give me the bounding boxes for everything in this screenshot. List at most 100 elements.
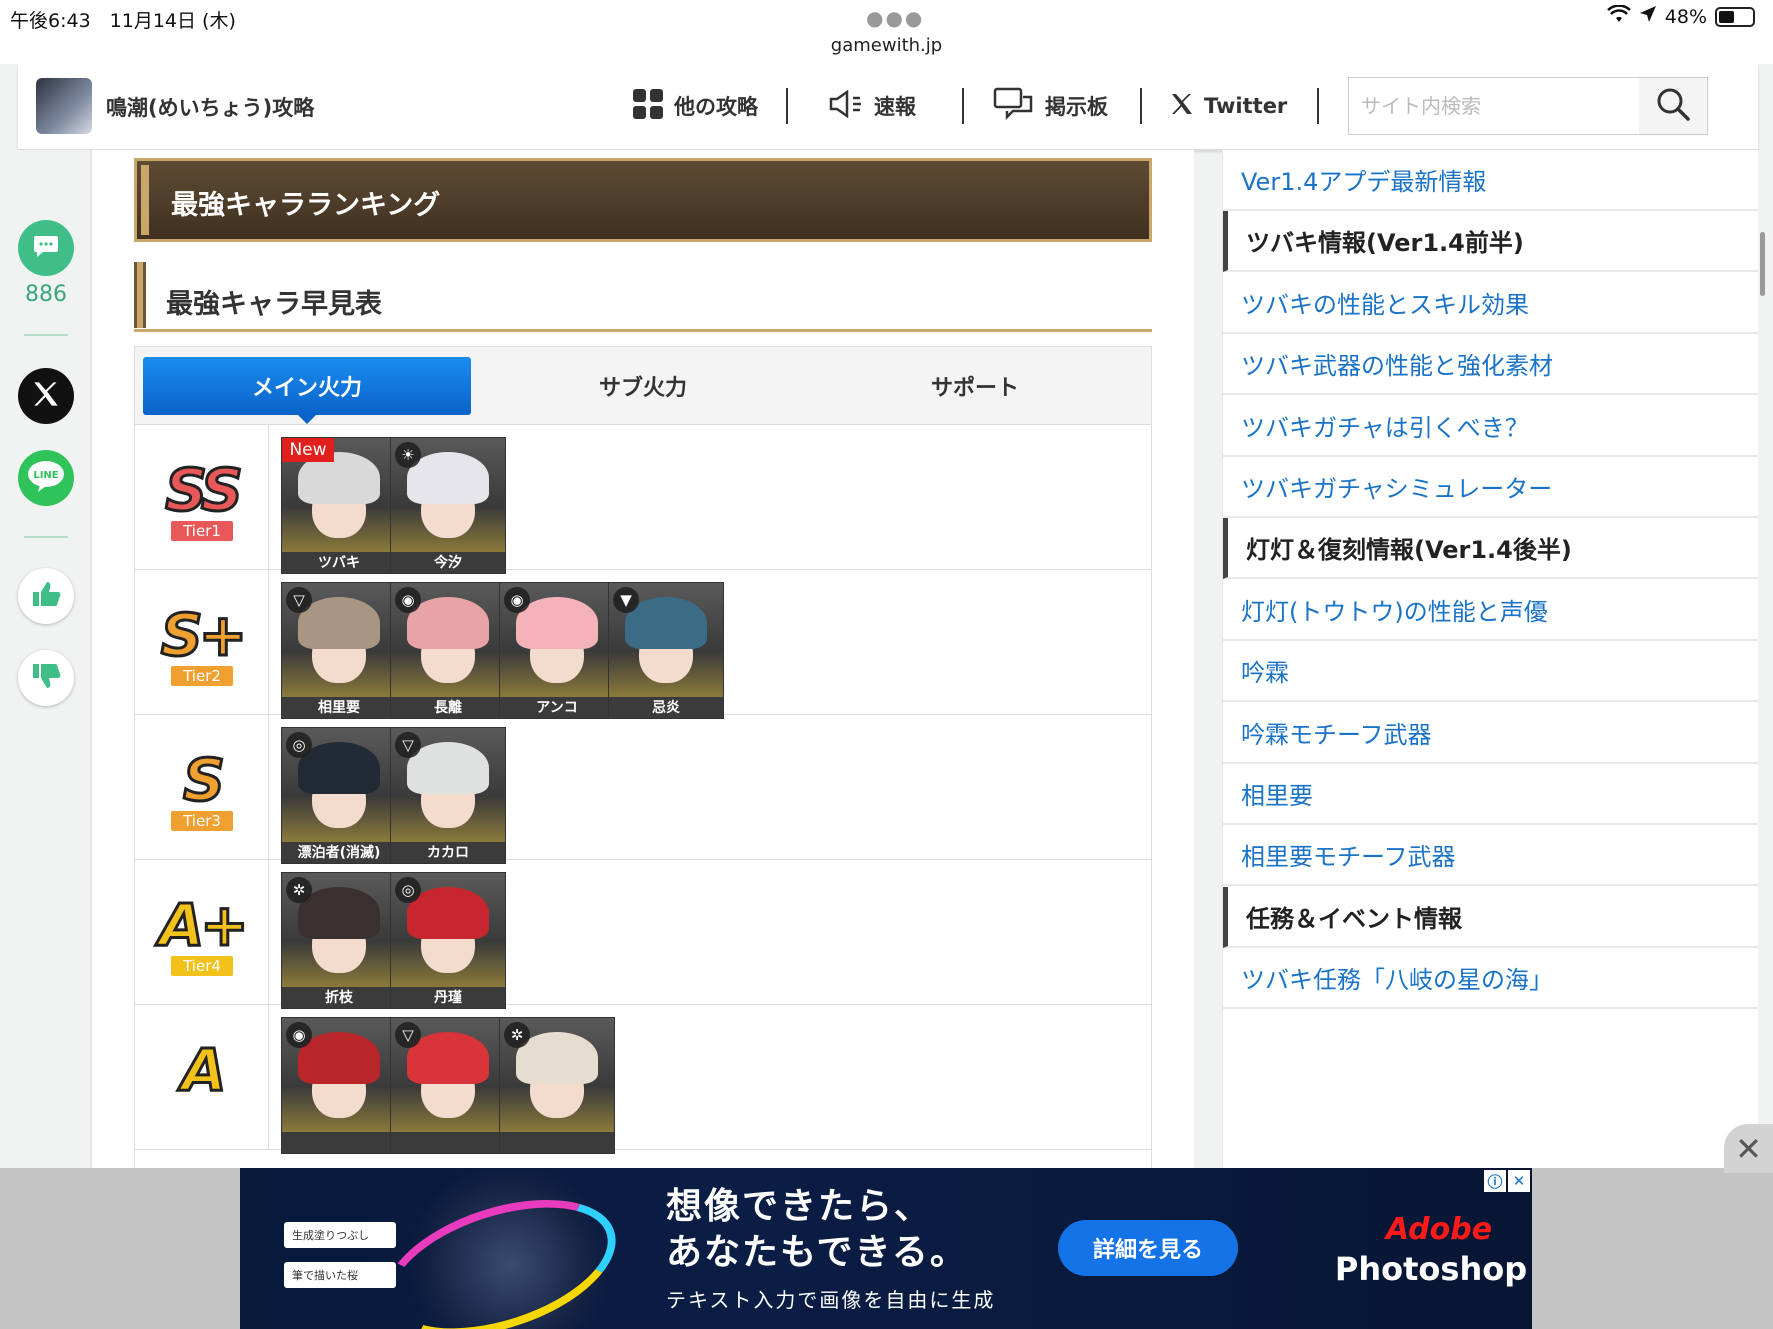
ad-brand-logo: Adobe	[1385, 1212, 1493, 1247]
sidebar-category[interactable]: ツバキ情報(Ver1.4前半)	[1223, 211, 1758, 272]
sidebar-link[interactable]: 相里要モチーフ武器	[1223, 825, 1758, 886]
character-card[interactable]: ◉	[281, 1017, 397, 1154]
element-icon: ✲	[286, 877, 312, 903]
sidebar-category[interactable]: 灯灯＆復刻情報(Ver1.4後半)	[1223, 518, 1758, 579]
character-card[interactable]: ◎ 丹瑾	[390, 872, 506, 1009]
sidebar-link[interactable]: Ver1.4アプデ最新情報	[1223, 150, 1758, 211]
nav-board[interactable]: 掲示板	[993, 87, 1108, 126]
tab-sub-dps[interactable]: サブ火力	[479, 357, 807, 415]
character-card[interactable]: ✲ 折枝	[281, 872, 397, 1009]
nav-divider	[1317, 88, 1319, 124]
tier-badge: Tier1	[171, 521, 233, 541]
section-heading: 最強キャラ早見表	[134, 262, 1152, 332]
sidebar-link[interactable]: ツバキガチャシミュレーター	[1223, 457, 1758, 518]
element-icon: ◉	[504, 587, 530, 613]
ad-headline-line: 想像できたら、	[666, 1186, 933, 1227]
megaphone-icon	[828, 89, 864, 123]
more-dots-icon[interactable]: ●●●	[866, 6, 924, 30]
ad-close-icon[interactable]: ✕	[1508, 1170, 1530, 1192]
sidebar-link[interactable]: ツバキの性能とスキル効果	[1223, 273, 1758, 334]
ad-subtext: テキスト入力で画像を自由に生成	[666, 1288, 996, 1312]
tier-row: A+ Tier4 ✲ 折枝 ◎ 丹瑾	[135, 860, 1151, 1009]
chat-bubbles-icon	[993, 87, 1035, 126]
sidebar-menu: Ver1.4アプデ最新情報 ツバキ情報(Ver1.4前半) ツバキの性能とスキル効果…	[1222, 150, 1758, 1170]
character-card[interactable]: ◎ 漂泊者(消滅)	[281, 727, 397, 864]
x-logo-icon	[32, 380, 60, 412]
thumbs-down-icon	[31, 662, 61, 694]
tier-row: SS Tier1 New ツバキ ☀ 今汐	[135, 425, 1151, 574]
character-card[interactable]: ☀ 今汐	[390, 437, 506, 574]
sidebar-link[interactable]: ツバキガチャは引くべき？	[1223, 396, 1758, 457]
tier-row: S+ Tier2 ▽ 相里要 ◉ 長離 ◉ アンコ ▼ 忌炎	[135, 570, 1151, 719]
battery-icon	[1715, 6, 1755, 27]
ad-dismiss-button[interactable]: ✕	[1724, 1124, 1773, 1173]
tier-label-cell: S+ Tier2	[135, 570, 269, 714]
share-line-button[interactable]: LINE	[18, 450, 74, 506]
sidebar-link[interactable]: ツバキ任務「八岐の星の海」	[1223, 948, 1758, 1009]
character-card[interactable]: ◉ アンコ	[499, 582, 615, 719]
sidebar-link[interactable]: 相里要	[1223, 764, 1758, 825]
element-icon: ◎	[395, 877, 421, 903]
screen: 午後6:43 11月14日 (木) ●●● gamewith.jp 48% 鳴潮…	[0, 0, 1773, 1329]
character-name	[391, 1132, 505, 1153]
character-card[interactable]: ▼ 忌炎	[608, 582, 724, 719]
nav-label: 速報	[874, 95, 916, 119]
search-input[interactable]	[1349, 78, 1639, 134]
character-card[interactable]: ◉ 長離	[390, 582, 506, 719]
thumbs-up-icon	[31, 580, 61, 612]
site-header: 鳴潮(めいちょう)攻略 他の攻略 速報 掲示板 Twitter サイト内検索	[18, 64, 1758, 150]
tier-row: A ◉ ▽ ✲	[135, 1005, 1151, 1154]
nav-label: Twitter	[1204, 94, 1288, 118]
search-box	[1348, 77, 1708, 135]
x-logo-icon	[1170, 92, 1194, 121]
sidebar-link[interactable]: 吟霖	[1223, 641, 1758, 702]
banner-ornament	[141, 165, 149, 235]
element-icon: ▽	[395, 732, 421, 758]
tier-table: メイン火力 サブ火力 サポート SS Tier1 New ツバキ ☀ 今汐 S+ Tier2 ▽…	[134, 346, 1152, 1176]
rail-divider	[24, 334, 68, 336]
dislike-button[interactable]	[18, 650, 74, 706]
element-icon: ▽	[395, 1022, 421, 1048]
element-icon: ▼	[613, 587, 639, 613]
tier-label-cell: SS Tier1	[135, 425, 269, 569]
comment-button[interactable]	[18, 220, 74, 276]
sidebar-category[interactable]: 任務＆イベント情報	[1223, 887, 1758, 948]
sidebar-link[interactable]: ツバキ武器の性能と強化素材	[1223, 334, 1758, 395]
character-card[interactable]: ▽ 相里要	[281, 582, 397, 719]
share-x-button[interactable]	[18, 368, 74, 424]
tier-label-cell: S Tier3	[135, 715, 269, 859]
sidebar-link[interactable]: 吟霖モチーフ武器	[1223, 703, 1758, 764]
ad-area: 生成塗りつぶし 筆で描いた桜 想像できたら、 あなたもできる。 テキスト入力で画…	[0, 1168, 1773, 1329]
character-card[interactable]: ▽ カカロ	[390, 727, 506, 864]
site-logo[interactable]	[36, 78, 92, 134]
address-url[interactable]: gamewith.jp	[0, 35, 1773, 56]
element-icon: ▽	[286, 587, 312, 613]
status-bar: 午後6:43 11月14日 (木) ●●● gamewith.jp 48%	[0, 0, 1773, 64]
tier-rank: A	[180, 1035, 228, 1106]
tier-row: S Tier3 ◎ 漂泊者(消滅) ▽ カカロ	[135, 715, 1151, 864]
ad-headline-line: あなたもできる。	[666, 1232, 968, 1273]
banner-title: 最強キャラランキング	[171, 190, 441, 221]
search-button[interactable]	[1639, 78, 1707, 134]
ad-banner[interactable]: 生成塗りつぶし 筆で描いた桜 想像できたら、 あなたもできる。 テキスト入力で画…	[240, 1168, 1532, 1329]
character-card[interactable]: New ツバキ	[281, 437, 397, 574]
tab-main-dps[interactable]: メイン火力	[143, 357, 471, 424]
nav-twitter[interactable]: Twitter	[1170, 88, 1287, 124]
like-button[interactable]	[18, 568, 74, 624]
section-banner: 最強キャラランキング	[134, 158, 1152, 242]
ad-cta-button[interactable]: 詳細を見る	[1058, 1220, 1238, 1276]
scrollbar-thumb[interactable]	[1760, 232, 1765, 296]
character-card[interactable]: ▽	[390, 1017, 506, 1154]
nav-label: 他の攻略	[674, 95, 758, 119]
sidebar-link[interactable]: 灯灯(トウトウ)の性能と声優	[1223, 580, 1758, 641]
ad-info-icon[interactable]: ⓘ	[1484, 1170, 1506, 1192]
tab-support[interactable]: サポート	[811, 357, 1139, 415]
tier-badge: Tier2	[171, 666, 233, 686]
site-title[interactable]: 鳴潮(めいちょう)攻略	[106, 92, 314, 122]
nav-other-guides[interactable]: 他の攻略	[632, 88, 758, 124]
nav-news[interactable]: 速報	[828, 88, 916, 124]
share-rail: 886 LINE	[0, 150, 92, 1170]
tier-rank: S+	[159, 600, 248, 671]
character-card[interactable]: ✲	[499, 1017, 615, 1154]
ad-brand-name: Photoshop	[1334, 1250, 1528, 1288]
